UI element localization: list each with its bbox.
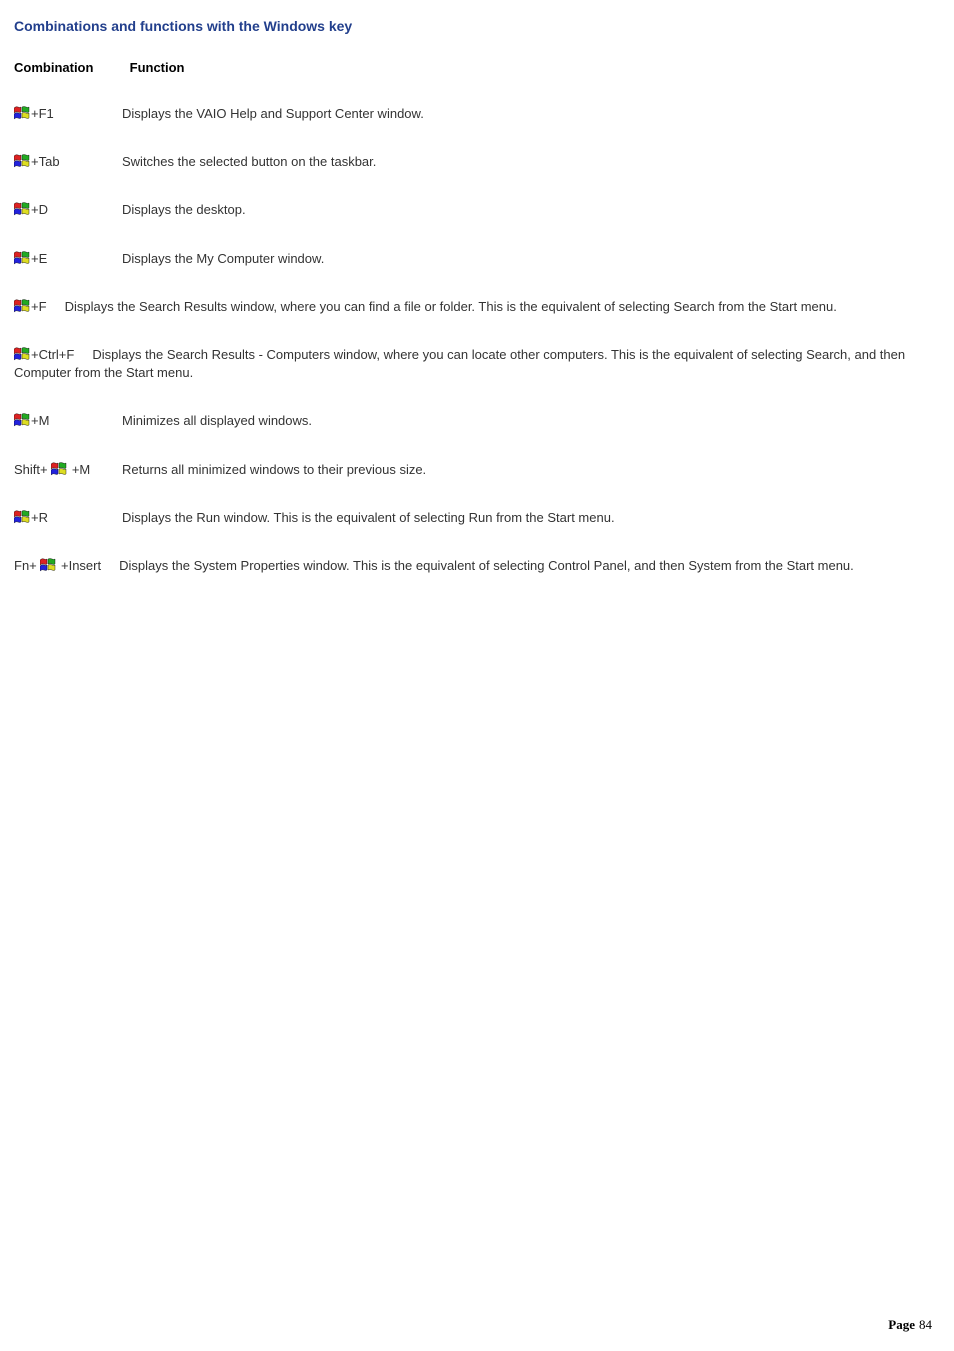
function-cell: Displays the VAIO Help and Support Cente… <box>122 106 424 121</box>
combination-cell: +E <box>14 250 122 268</box>
table-row: +D Displays the desktop. <box>14 201 940 219</box>
combination-cell: +Ctrl+F <box>14 347 74 362</box>
combo-suffix: +M <box>68 462 90 477</box>
combination-cell: Shift+ +M <box>14 461 122 479</box>
windows-key-icon <box>14 202 30 216</box>
function-cell: Displays the Run window. This is the equ… <box>122 510 615 525</box>
combo-suffix: +D <box>31 202 48 217</box>
combo-prefix: Fn+ <box>14 558 40 573</box>
combo-prefix: Shift+ <box>14 462 51 477</box>
combination-cell: +M <box>14 412 122 430</box>
windows-key-icon <box>14 154 30 168</box>
combo-suffix: +Tab <box>31 154 60 169</box>
page-number: Page 84 <box>888 1317 932 1333</box>
combo-suffix: +F <box>31 299 47 314</box>
function-cell: Displays the My Computer window. <box>122 251 324 266</box>
windows-key-icon <box>14 251 30 265</box>
function-cell: Displays the Search Results - Computers … <box>14 347 905 380</box>
windows-key-icon <box>40 558 56 572</box>
function-cell: Displays the System Properties window. T… <box>119 558 854 573</box>
windows-key-icon <box>14 106 30 120</box>
table-row: +E Displays the My Computer window. <box>14 250 940 268</box>
windows-key-icon <box>14 413 30 427</box>
combination-cell: +Tab <box>14 153 122 171</box>
table-row: +F1 Displays the VAIO Help and Support Ce… <box>14 105 940 123</box>
table-row: +Tab Switches the selected button on the … <box>14 153 940 171</box>
header-combination: Combination <box>14 60 126 75</box>
page-title: Combinations and functions with the Wind… <box>14 18 940 34</box>
combo-suffix: +E <box>31 251 47 266</box>
combination-cell: +R <box>14 509 122 527</box>
page-num-value: 84 <box>919 1317 932 1332</box>
table-row: Shift+ +MReturns all minimized windows t… <box>14 461 940 479</box>
table-row: +F Displays the Search Results window, w… <box>14 298 940 316</box>
combination-cell: +F1 <box>14 105 122 123</box>
table-row: +Ctrl+F Displays the Search Results - Co… <box>14 346 940 382</box>
combo-suffix: +R <box>31 510 48 525</box>
combo-suffix: +F1 <box>31 106 54 121</box>
combo-suffix: +Ctrl+F <box>31 347 74 362</box>
function-cell: Displays the Search Results window, wher… <box>65 299 837 314</box>
table-row: +M Minimizes all displayed windows. <box>14 412 940 430</box>
table-row: Fn+ +Insert Displays the System Properti… <box>14 557 940 575</box>
windows-key-icon <box>51 462 67 476</box>
windows-key-icon <box>14 510 30 524</box>
combination-cell: Fn+ +Insert <box>14 558 101 573</box>
combination-cell: +F <box>14 299 47 314</box>
function-cell: Minimizes all displayed windows. <box>122 413 312 428</box>
windows-key-icon <box>14 347 30 361</box>
function-cell: Displays the desktop. <box>122 202 246 217</box>
combo-suffix: +M <box>31 413 49 428</box>
combination-cell: +D <box>14 201 122 219</box>
function-cell: Switches the selected button on the task… <box>122 154 376 169</box>
combo-suffix: +Insert <box>57 558 101 573</box>
table-header: Combination Function <box>14 60 940 75</box>
page-label: Page <box>888 1317 915 1332</box>
header-function: Function <box>130 60 185 75</box>
function-cell: Returns all minimized windows to their p… <box>122 462 426 477</box>
windows-key-icon <box>14 299 30 313</box>
table-row: +R Displays the Run window. This is the e… <box>14 509 940 527</box>
